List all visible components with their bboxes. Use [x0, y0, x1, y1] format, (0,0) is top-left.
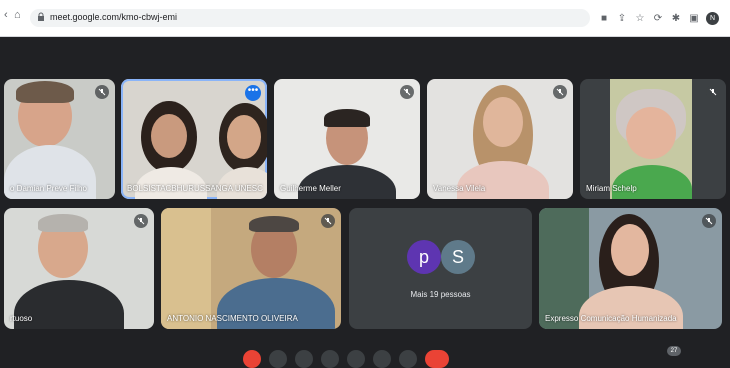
lock-icon — [38, 12, 44, 21]
avatar: p — [407, 240, 441, 274]
participant-tile[interactable]: o Damian Preve Filho — [4, 79, 115, 199]
pin-icon[interactable]: ✱ — [670, 12, 682, 24]
mic-off-icon — [134, 214, 148, 228]
participants-count-badge[interactable]: 27 — [667, 346, 681, 356]
participant-name: Vanessa Vilela — [433, 184, 486, 193]
mic-button[interactable] — [243, 350, 261, 368]
more-options-icon[interactable]: ••• — [245, 85, 261, 101]
url-text: meet.google.com/kmo-cbwj-emi — [50, 12, 178, 22]
mic-off-icon — [553, 85, 567, 99]
participant-name: rtuoso — [10, 314, 33, 323]
participant-name: Miriam Schelp — [586, 184, 637, 193]
participant-name: BOLSISTACBHURUSSANGA UNESC — [127, 184, 263, 193]
menu-icon[interactable]: ⋮ — [725, 12, 730, 24]
participant-name: Expresso Comunicação Humanizada — [545, 314, 677, 323]
leave-call-button[interactable] — [425, 350, 449, 368]
participant-name: ANTONIO NASCIMENTO OLIVEIRA — [167, 314, 298, 323]
mic-off-icon — [400, 85, 414, 99]
back-icon[interactable]: ‹ — [4, 9, 8, 21]
extension-icon[interactable]: ⟳ — [652, 12, 664, 24]
overflow-tile[interactable]: p S Mais 19 pessoas — [349, 208, 532, 329]
profile-icon[interactable]: N — [706, 11, 719, 25]
browser-toolbar: ‹ ⌂ meet.google.com/kmo-cbwj-emi ■ ⇪ ☆ ⟳… — [0, 0, 730, 37]
camera-icon[interactable]: ■ — [598, 12, 610, 24]
present-button[interactable] — [347, 350, 365, 368]
home-icon[interactable]: ⌂ — [14, 9, 21, 21]
participant-tile[interactable]: rtuoso — [4, 208, 154, 329]
participant-tile[interactable]: ••• BOLSISTACBHURUSSANGA UNESC — [121, 79, 267, 199]
share-icon[interactable]: ⇪ — [616, 12, 628, 24]
participant-name: Guilherme Meller — [280, 184, 341, 193]
reactions-button[interactable] — [321, 350, 339, 368]
camera-button[interactable] — [269, 350, 287, 368]
address-bar[interactable]: meet.google.com/kmo-cbwj-emi — [30, 9, 590, 27]
mic-off-icon — [95, 85, 109, 99]
captions-button[interactable] — [295, 350, 313, 368]
participant-tile[interactable]: Vanessa Vilela — [427, 79, 573, 199]
participant-tile[interactable]: Miriam Schelp — [580, 79, 726, 199]
mic-off-icon — [702, 214, 716, 228]
participant-tile[interactable]: Expresso Comunicação Humanizada — [539, 208, 722, 329]
avatar: S — [441, 240, 475, 274]
participant-tile[interactable]: ANTONIO NASCIMENTO OLIVEIRA — [161, 208, 341, 329]
star-icon[interactable]: ☆ — [634, 12, 646, 24]
participant-name: o Damian Preve Filho — [10, 184, 87, 193]
more-options-button[interactable] — [399, 350, 417, 368]
more-people-label: Mais 19 pessoas — [410, 290, 471, 299]
mic-off-icon — [706, 85, 720, 99]
participant-tile[interactable]: Guilherme Meller — [274, 79, 420, 199]
raise-hand-button[interactable] — [373, 350, 391, 368]
mic-off-icon — [321, 214, 335, 228]
sidepanel-icon[interactable]: ▣ — [688, 12, 700, 24]
